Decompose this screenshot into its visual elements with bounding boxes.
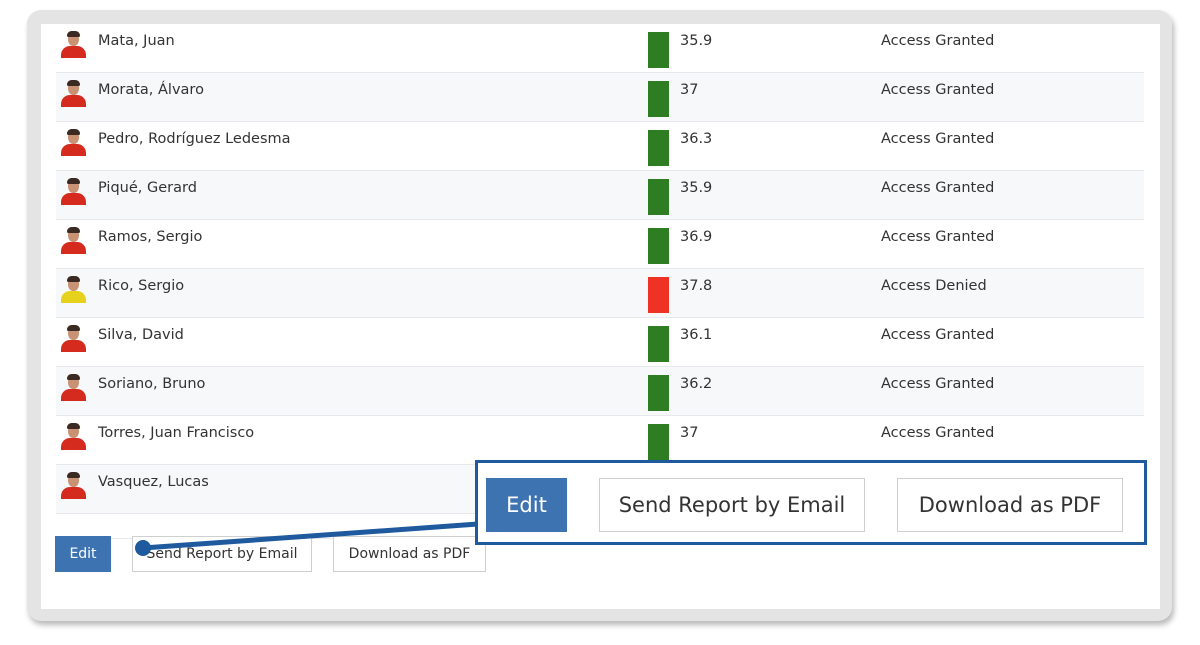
avatar-hair	[67, 80, 80, 86]
avatar-icon	[60, 472, 87, 499]
access-status: Access Granted	[881, 180, 995, 196]
download-pdf-button[interactable]: Download as PDF	[333, 536, 486, 572]
person-name: Pedro, Rodríguez Ledesma	[98, 131, 291, 147]
temperature-value: 35.9	[680, 33, 713, 49]
avatar-shirt	[61, 487, 86, 499]
avatar-shirt	[61, 389, 86, 401]
avatar-icon	[60, 129, 87, 156]
callout-download-pdf-button: Download as PDF	[897, 478, 1123, 532]
status-indicator-granted	[648, 326, 669, 362]
person-name: Torres, Juan Francisco	[98, 425, 255, 441]
table-row[interactable]: Mata, Juan 35.9 Access Granted	[56, 24, 1144, 73]
temperature-value: 36.2	[680, 376, 713, 392]
temperature-value: 36.3	[680, 131, 713, 147]
avatar-icon	[60, 423, 87, 450]
status-indicator-denied	[648, 277, 669, 313]
status-indicator-granted	[648, 228, 669, 264]
table-row[interactable]: Ramos, Sergio 36.9 Access Granted	[56, 220, 1144, 269]
status-indicator-granted	[648, 32, 669, 68]
person-name: Soriano, Bruno	[98, 376, 206, 392]
avatar-hair	[67, 374, 80, 380]
avatar-icon	[60, 178, 87, 205]
callout-send-report-email-button: Send Report by Email	[599, 478, 865, 532]
avatar-hair	[67, 227, 80, 233]
temperature-value: 36.9	[680, 229, 713, 245]
avatar-hair	[67, 325, 80, 331]
avatar-hair	[67, 129, 80, 135]
send-report-email-button[interactable]: Send Report by Email	[132, 536, 312, 572]
avatar-hair	[67, 423, 80, 429]
avatar-icon	[60, 325, 87, 352]
person-name: Vasquez, Lucas	[98, 474, 209, 490]
access-status: Access Granted	[881, 425, 995, 441]
temperature-value: 37	[680, 425, 699, 441]
avatar-shirt	[61, 340, 86, 352]
table-row[interactable]: Pedro, Rodríguez Ledesma 36.3 Access Grant…	[56, 122, 1144, 171]
table-row[interactable]: Piqué, Gerard 35.9 Access Granted	[56, 171, 1144, 220]
table-row[interactable]: Torres, Juan Francisco 37 Access Granted	[56, 416, 1144, 465]
access-status: Access Granted	[881, 376, 995, 392]
avatar-shirt	[61, 438, 86, 450]
table-row[interactable]: Silva, David 36.1 Access Granted	[56, 318, 1144, 367]
status-indicator-granted	[648, 179, 669, 215]
person-name: Piqué, Gerard	[98, 180, 197, 196]
avatar-icon	[60, 276, 87, 303]
temperature-value: 36.1	[680, 327, 713, 343]
avatar-shirt	[61, 46, 86, 58]
access-status: Access Denied	[881, 278, 987, 294]
edit-button[interactable]: Edit	[55, 536, 111, 572]
access-table: Mata, Juan 35.9 Access Granted Morata, Álva…	[56, 24, 1144, 514]
access-status: Access Granted	[881, 229, 995, 245]
avatar-hair	[67, 472, 80, 478]
temperature-value: 37	[680, 82, 699, 98]
avatar-shirt	[61, 193, 86, 205]
person-name: Morata, Álvaro	[98, 82, 204, 98]
avatar-shirt	[61, 242, 86, 254]
avatar-icon	[60, 227, 87, 254]
person-name: Silva, David	[98, 327, 184, 343]
access-status: Access Granted	[881, 82, 995, 98]
person-name: Rico, Sergio	[98, 278, 185, 294]
table-row[interactable]: Rico, Sergio 37.8 Access Denied	[56, 269, 1144, 318]
avatar-icon	[60, 374, 87, 401]
temperature-value: 35.9	[680, 180, 713, 196]
avatar-shirt	[61, 144, 86, 156]
status-indicator-granted	[648, 81, 669, 117]
avatar-icon	[60, 31, 87, 58]
access-status: Access Granted	[881, 327, 995, 343]
callout-edit-button: Edit	[486, 478, 567, 532]
status-indicator-granted	[648, 424, 669, 460]
status-indicator-granted	[648, 375, 669, 411]
status-indicator-granted	[648, 130, 669, 166]
avatar-hair	[67, 178, 80, 184]
access-status: Access Granted	[881, 33, 995, 49]
table-row[interactable]: Soriano, Bruno 36.2 Access Granted	[56, 367, 1144, 416]
avatar-icon	[60, 80, 87, 107]
avatar-shirt	[61, 291, 86, 303]
table-row[interactable]: Morata, Álvaro 37 Access Granted	[56, 73, 1144, 122]
avatar-hair	[67, 276, 80, 282]
access-status: Access Granted	[881, 131, 995, 147]
person-name: Mata, Juan	[98, 33, 175, 49]
avatar-hair	[67, 31, 80, 37]
person-name: Ramos, Sergio	[98, 229, 203, 245]
avatar-shirt	[61, 95, 86, 107]
temperature-value: 37.8	[680, 278, 713, 294]
